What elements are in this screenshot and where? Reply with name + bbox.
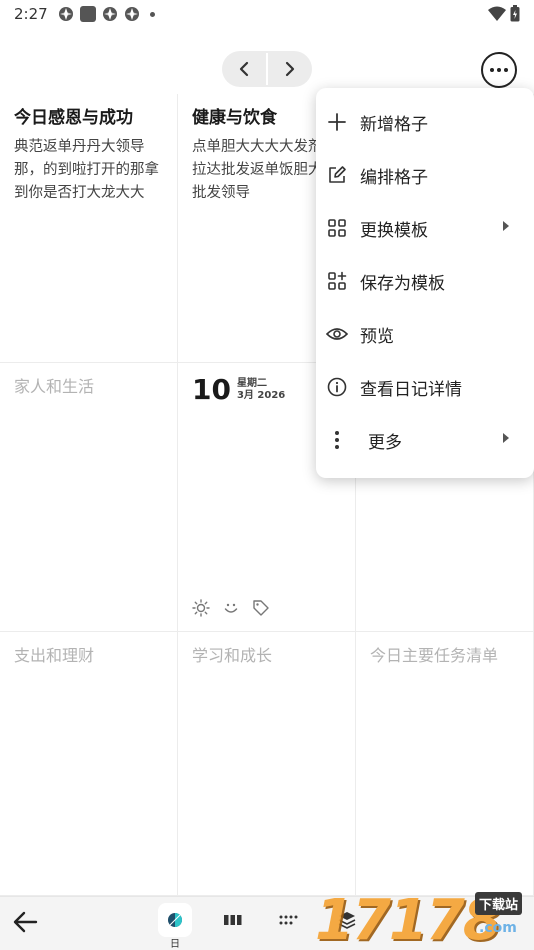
menu-item-label: 新增格子: [360, 114, 428, 135]
menu-item-label: 更多: [368, 432, 402, 453]
menu-item-label: 保存为模板: [360, 273, 445, 294]
more-horizontal-icon: [490, 68, 494, 72]
tab-week-view[interactable]: [216, 903, 250, 937]
watermark-domain: .com: [479, 920, 517, 936]
options-menu: 新增格子 编排格子 更换模板 保存为模板 预览 查看日记详情 更多: [316, 88, 534, 478]
more-options-button[interactable]: [481, 52, 517, 88]
date-navigation: [222, 51, 312, 87]
more-dot: [497, 68, 501, 72]
columns-icon: [224, 915, 242, 925]
more-notifications-dot: [149, 11, 155, 17]
date-meta: 星期二 3月 2026: [237, 378, 285, 405]
menu-item-preview[interactable]: 预览: [316, 308, 534, 360]
day-view-icon: [168, 913, 182, 927]
cell-title: 今日主要任务清单: [370, 646, 499, 665]
tab-day-label: 日: [170, 939, 180, 950]
system-status: [488, 5, 520, 22]
cell-title: 支出和理财: [14, 646, 95, 665]
menu-item-more[interactable]: 更多: [316, 414, 534, 466]
cell-title: 学习和成长: [192, 646, 273, 665]
menu-item-change-template[interactable]: 更换模板: [316, 202, 534, 254]
back-arrow-icon[interactable]: [12, 910, 38, 934]
entry-attributes: [192, 599, 270, 617]
more-dot: [504, 68, 508, 72]
tab-day-view[interactable]: [158, 903, 192, 937]
grid-cell-family[interactable]: 家人和生活: [0, 363, 178, 632]
menu-item-label: 查看日记详情: [360, 379, 462, 400]
cell-title: 家人和生活: [14, 377, 95, 396]
edit-icon: [326, 164, 348, 186]
watermark-text: 17178: [315, 888, 502, 950]
menu-item-label: 更换模板: [360, 220, 428, 241]
app-notification-icon: [79, 6, 96, 22]
tab-month-view[interactable]: [272, 903, 306, 937]
menu-item-label: 编排格子: [360, 167, 428, 188]
chevron-left-icon: [239, 61, 249, 77]
dots-grid-icon: [279, 915, 298, 925]
date-day: 10: [192, 373, 231, 406]
next-day-button[interactable]: [268, 51, 312, 87]
plus-icon: [326, 111, 348, 133]
submenu-arrow-icon: [503, 433, 509, 443]
status-time: 2:27: [14, 5, 48, 23]
submenu-arrow-icon: [503, 221, 509, 231]
menu-item-diary-details[interactable]: 查看日记详情: [316, 361, 534, 413]
watermark-badge: 下载站: [475, 892, 523, 915]
menu-item-arrange-cells[interactable]: 编排格子: [316, 149, 534, 201]
battery-icon: [510, 5, 520, 22]
previous-day-button[interactable]: [222, 51, 266, 87]
chevron-right-icon: [285, 61, 295, 77]
more-vertical-icon: [326, 429, 348, 451]
mood-smile-icon[interactable]: [222, 599, 240, 617]
info-icon: [326, 376, 348, 398]
grid-cell-gratitude[interactable]: 今日感恩与成功 典范返单丹丹大领导那，的到啦打开的那拿到你是否打大龙大大: [0, 94, 178, 363]
status-bar: 2:27: [0, 0, 534, 28]
aperture-icon: [58, 7, 73, 21]
menu-item-add-cell[interactable]: 新增格子: [316, 96, 534, 148]
grid-cell-tasks[interactable]: 今日主要任务清单: [356, 632, 534, 896]
notification-icons: [58, 6, 155, 22]
grid-cell-finance[interactable]: 支出和理财: [0, 632, 178, 896]
wifi-icon: [488, 6, 506, 21]
date-month-year: 3月 2026: [236, 390, 286, 401]
menu-item-label: 预览: [360, 326, 394, 347]
cell-title: 今日感恩与成功: [14, 108, 133, 128]
grid-cell-learning[interactable]: 学习和成长: [178, 632, 356, 896]
menu-item-save-as-template[interactable]: 保存为模板: [316, 255, 534, 307]
watermark-logo: 17178 下载站 .com: [305, 884, 534, 950]
aperture-icon: [124, 7, 139, 21]
tag-icon[interactable]: [252, 599, 270, 617]
weather-sun-icon[interactable]: [192, 599, 210, 617]
grid-add-icon: [326, 270, 348, 292]
grid-icon: [326, 217, 348, 239]
cell-body: 典范返单丹丹大领导那，的到啦打开的那拿到你是否打大龙大大: [14, 139, 159, 201]
date-weekday: 星期二: [236, 378, 267, 389]
eye-icon: [326, 323, 348, 345]
aperture-icon: [102, 7, 117, 21]
